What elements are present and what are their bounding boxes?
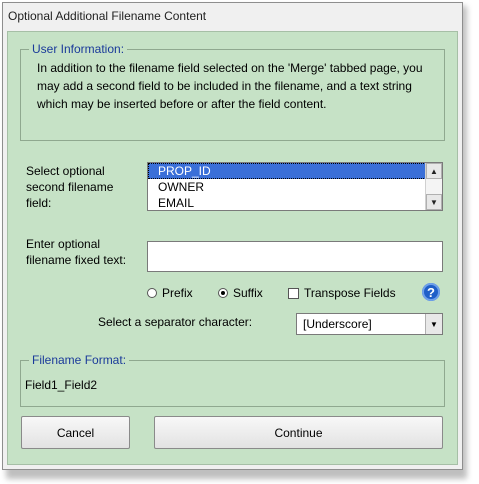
list-item-email[interactable]: EMAIL: [148, 195, 442, 210]
list-item-owner[interactable]: OWNER: [148, 179, 442, 195]
prefix-label[interactable]: Prefix: [162, 285, 193, 301]
cancel-button[interactable]: Cancel: [21, 416, 130, 449]
scroll-down-arrow-icon[interactable]: ▼: [426, 194, 442, 210]
suffix-radio[interactable]: [218, 288, 228, 298]
list-item-prop-id[interactable]: PROP_ID: [148, 163, 442, 179]
fixed-text-input[interactable]: [147, 241, 443, 272]
user-info-text: In addition to the filename field select…: [37, 61, 423, 111]
listbox-scrollbar[interactable]: ▲ ▼: [425, 163, 442, 210]
user-info-legend: User Information:: [29, 42, 128, 56]
continue-button[interactable]: Continue: [154, 416, 443, 449]
help-icon[interactable]: ?: [422, 283, 440, 301]
scroll-up-arrow-icon[interactable]: ▲: [426, 163, 442, 179]
second-field-label: Select optional second filename field:: [26, 164, 114, 210]
title-bar[interactable]: Optional Additional Filename Content: [3, 3, 462, 29]
filename-format-group: Filename Format: Field1_Field2: [20, 353, 445, 407]
filename-format-value: Field1_Field2: [25, 378, 98, 392]
separator-value: [Underscore]: [303, 317, 372, 331]
chevron-down-icon[interactable]: ▼: [425, 314, 442, 334]
user-info-group: User Information: In addition to the fil…: [20, 42, 445, 141]
separator-label: Select a separator character:: [98, 315, 253, 329]
second-field-listbox[interactable]: PROP_ID OWNER EMAIL ▲ ▼: [147, 162, 443, 211]
dialog-client-area: User Information: In addition to the fil…: [7, 31, 458, 465]
fixed-text-label: Enter optional filename fixed text:: [26, 237, 127, 267]
window-title: Optional Additional Filename Content: [8, 9, 207, 23]
prefix-radio[interactable]: [147, 288, 157, 298]
filename-format-legend: Filename Format:: [29, 353, 130, 367]
separator-select[interactable]: [Underscore] ▼: [296, 313, 443, 335]
dialog-window: Optional Additional Filename Content Use…: [2, 2, 463, 470]
suffix-label[interactable]: Suffix: [233, 285, 263, 301]
transpose-label[interactable]: Transpose Fields: [304, 285, 396, 301]
transpose-checkbox[interactable]: [288, 288, 299, 299]
